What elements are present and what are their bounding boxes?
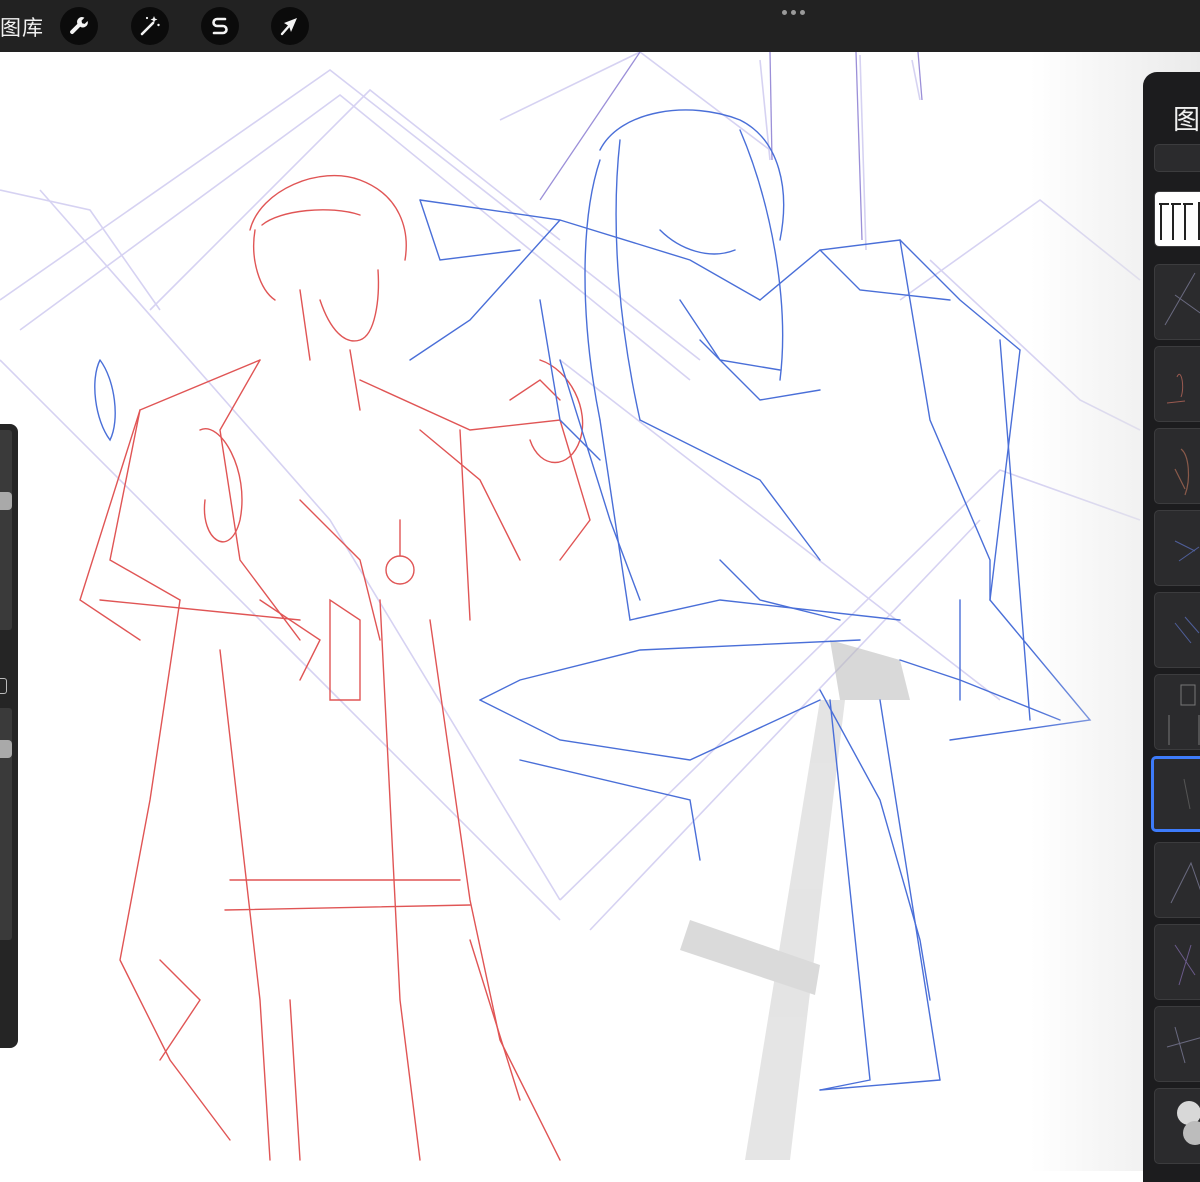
background-lattice-lines — [0, 52, 1141, 931]
arrow-cursor-icon — [280, 18, 297, 36]
crutch-shadow — [680, 640, 910, 1160]
layer-preview-icon — [1166, 1026, 1200, 1064]
adjustments-button[interactable] — [131, 7, 169, 45]
selection-s-icon — [212, 17, 228, 35]
layer-preview-icon — [1174, 616, 1200, 644]
brush-sidebar — [0, 424, 18, 1048]
actions-button[interactable] — [60, 7, 98, 45]
brush-size-thumb[interactable] — [0, 492, 12, 510]
sketch-artwork — [0, 52, 1141, 1161]
layer-thumbnail[interactable] — [1154, 1088, 1200, 1164]
layers-panel: 图层 — [1143, 72, 1200, 1182]
transform-button[interactable] — [271, 7, 309, 45]
top-toolbar: 图库 — [0, 0, 1200, 52]
brush-opacity-thumb[interactable] — [0, 740, 12, 758]
layer-thumbnail[interactable] — [1154, 346, 1200, 422]
layer-thumbnail[interactable] — [1154, 191, 1200, 247]
layer-thumbnail[interactable] — [1154, 144, 1200, 172]
layer-preview-icon — [1174, 944, 1196, 986]
layer-thumbnail-selected[interactable] — [1151, 756, 1200, 832]
layer-thumbnail[interactable] — [1154, 1006, 1200, 1082]
layer-thumbnail[interactable] — [1154, 428, 1200, 504]
layer-thumbnail[interactable] — [1154, 592, 1200, 668]
wrench-icon — [70, 17, 88, 34]
ellipsis-icon[interactable] — [782, 10, 805, 15]
layer-thumbnail[interactable] — [1154, 264, 1200, 340]
layer-preview-icon — [1166, 374, 1186, 404]
layer-thumbnail[interactable] — [1154, 842, 1200, 918]
layer-thumbnail[interactable] — [1154, 510, 1200, 586]
magic-wand-icon — [140, 16, 160, 36]
gallery-button[interactable]: 图库 — [0, 12, 44, 42]
layer-preview-icon — [1174, 540, 1200, 562]
selection-button[interactable] — [201, 7, 239, 45]
crutch-thumbnail-icon — [1159, 202, 1200, 240]
layer-thumbnail[interactable] — [1154, 674, 1200, 750]
layer-preview-icon — [1170, 861, 1200, 904]
layer-preview-icon — [1174, 448, 1190, 496]
layer-preview-icon — [1168, 684, 1200, 745]
layer-preview-icon — [1164, 272, 1200, 326]
layer-preview-icon — [1177, 1101, 1200, 1145]
layer-preview-icon — [1183, 778, 1191, 810]
blue-figure-sketch — [94, 109, 1092, 1091]
layer-thumbnail[interactable] — [1154, 924, 1200, 1000]
modify-button[interactable] — [0, 678, 7, 694]
brush-size-slider[interactable] — [0, 430, 12, 630]
drawing-canvas[interactable] — [0, 52, 1200, 1171]
layers-title: 图层 — [1173, 105, 1200, 136]
